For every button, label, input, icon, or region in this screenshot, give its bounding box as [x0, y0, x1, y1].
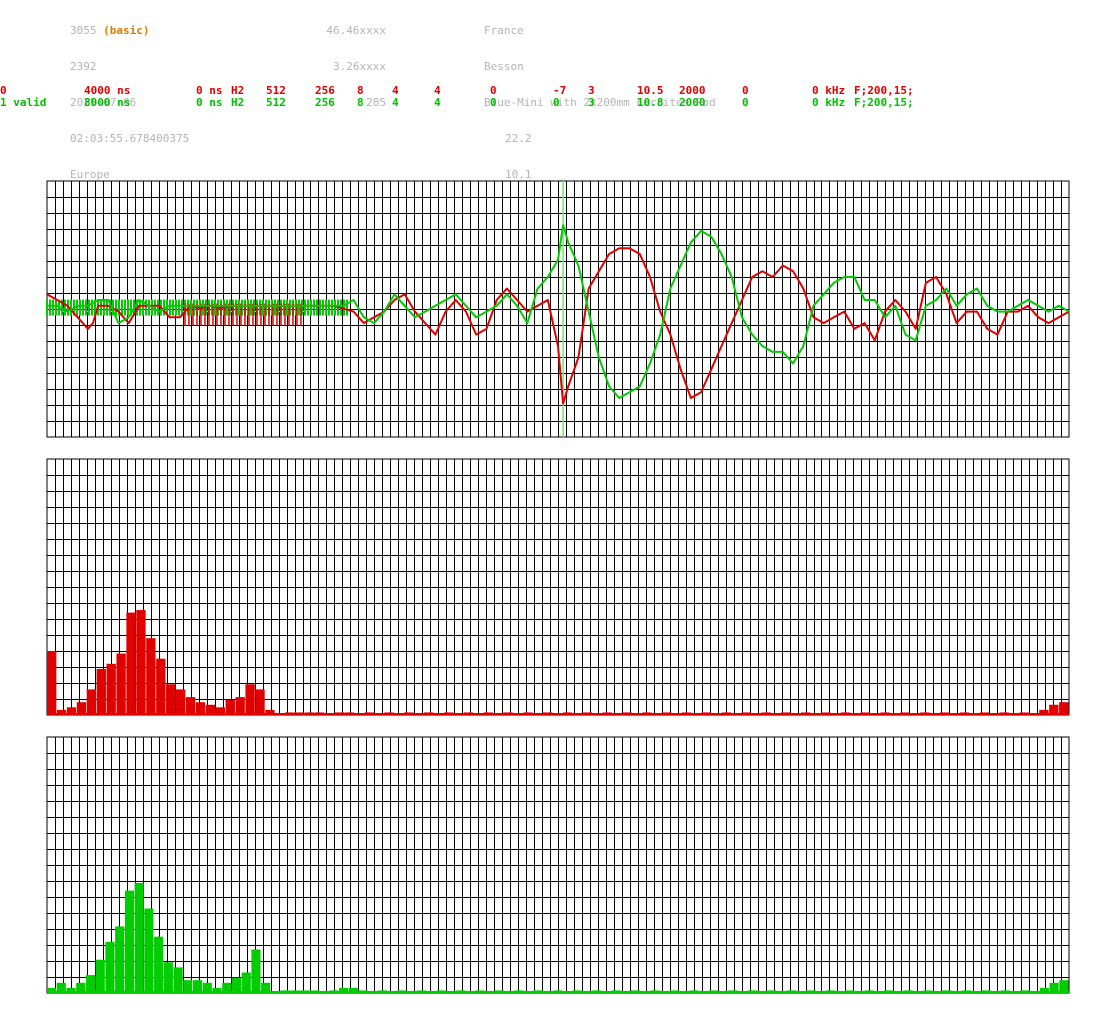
spectrum-bar: [134, 882, 144, 993]
waveform-panel: [46, 180, 1070, 438]
spectrum-bar: [241, 972, 251, 993]
spectrum-bar: [116, 653, 126, 715]
spectrum-bar: [235, 697, 245, 715]
spectrum-panel-green: [46, 736, 1070, 994]
spectrum-bar: [144, 908, 154, 993]
grid: [46, 736, 1070, 994]
spectrum-panel-red: [46, 458, 1070, 716]
spectrum-bar: [47, 651, 57, 715]
spectrum-bar: [166, 684, 176, 715]
spectrum-bar: [124, 890, 134, 993]
spectrum-bar: [231, 977, 242, 993]
grid: [46, 458, 1070, 716]
spectrum-bar: [173, 967, 183, 993]
spectrum-bar: [105, 941, 115, 993]
spectrum-bar: [115, 926, 125, 993]
spectrum-bar: [146, 638, 156, 715]
spectrum-bar: [163, 962, 173, 993]
spectrum-bar: [156, 658, 166, 715]
spectrum-bar: [96, 668, 106, 715]
spectrum-bar: [245, 684, 255, 715]
waveform-and-spectrum-charts: [46, 180, 1070, 994]
spectrum-bar: [106, 663, 116, 715]
spectrum-bar: [126, 612, 136, 715]
spectrum-bar: [255, 689, 265, 715]
spectrum-bar: [136, 610, 146, 715]
spectrum-bar: [85, 975, 96, 993]
spectrum-bar: [95, 959, 105, 993]
spectrum-bar: [185, 697, 196, 715]
spectrum-bar: [251, 949, 261, 993]
spectrum-bar: [225, 699, 235, 715]
spectrum-bar: [86, 689, 97, 715]
spectrum-bar: [175, 689, 186, 715]
spectrum-bar: [154, 936, 164, 993]
